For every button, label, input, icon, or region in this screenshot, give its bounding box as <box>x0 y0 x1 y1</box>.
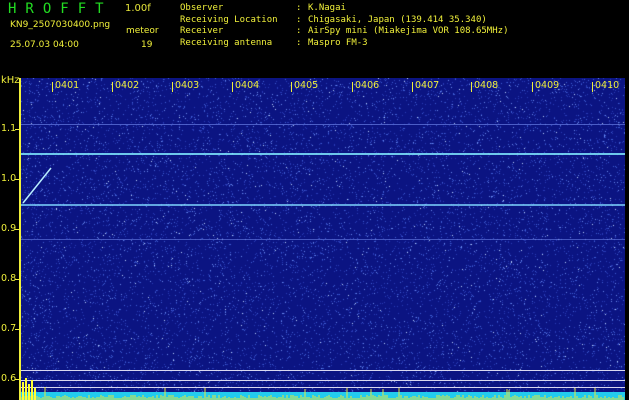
time-label: 0410 <box>595 80 620 91</box>
time-label: 0403 <box>175 80 200 91</box>
time-label: 0406 <box>355 80 380 91</box>
datetime-label: 25.07.03 04:00 <box>10 40 79 50</box>
time-tick <box>412 82 413 92</box>
time-label: 0402 <box>115 80 140 91</box>
carrier-line-faint <box>21 124 625 125</box>
carrier-line-secondary <box>21 204 625 206</box>
time-label: 0407 <box>415 80 440 91</box>
info-value: K.Nagai <box>308 3 346 13</box>
carrier-line-faint <box>21 239 625 240</box>
info-key: Receiving Location <box>180 14 278 25</box>
info-key: Observer <box>180 3 224 13</box>
frequency-label: 1.1 <box>1 123 17 134</box>
time-tick <box>471 82 472 92</box>
time-tick <box>172 82 173 92</box>
info-separator: : <box>296 3 302 13</box>
frequency-label: 0.7 <box>1 323 17 334</box>
meteor-trail <box>22 167 52 204</box>
frequency-label: 0.8 <box>1 273 17 284</box>
frequency-label: 0.6 <box>1 373 17 384</box>
frequency-tick <box>15 379 20 380</box>
frequency-tick <box>15 129 20 130</box>
frequency-tick <box>15 279 20 280</box>
separator-line <box>21 370 625 371</box>
info-row-observer: Observer: K.Nagai <box>180 3 508 15</box>
meteor-label: meteor <box>126 26 159 36</box>
time-tick <box>532 82 533 92</box>
time-tick <box>592 82 593 92</box>
info-row-antenna: Receiving antenna: Maspro FM-3 <box>180 38 508 50</box>
time-label: 0409 <box>535 80 560 91</box>
info-row-receiver: Receiver: AirSpy mini (Miakejima VOR 108.… <box>180 26 508 38</box>
info-separator: : <box>296 37 302 48</box>
info-key: Receiver <box>180 26 224 36</box>
frequency-unit-label: kHz <box>1 75 20 86</box>
time-label: 0404 <box>235 80 260 91</box>
carrier-line-main <box>21 153 625 155</box>
station-info-panel: Observer: K.Nagai Receiving Location: Chig… <box>180 3 508 49</box>
time-label: 0408 <box>474 80 499 91</box>
frequency-label: 1.0 <box>1 173 17 184</box>
info-value: Chigasaki, Japan (139.414 35.340) <box>308 14 487 25</box>
time-tick <box>291 82 292 92</box>
info-separator: : <box>296 14 302 25</box>
frequency-axis <box>19 78 21 400</box>
info-row-location: Receiving Location: Chigasaki, Japan (139… <box>180 15 508 27</box>
time-tick <box>352 82 353 92</box>
info-separator: : <box>296 26 302 36</box>
frequency-label: 0.9 <box>1 223 17 234</box>
info-key: Receiving antenna <box>180 37 273 48</box>
frequency-tick <box>15 229 20 230</box>
spectrogram <box>21 78 625 400</box>
time-label: 0401 <box>55 80 80 91</box>
version-label: 1.00f <box>125 3 151 14</box>
info-value: AirSpy mini (Miakejima VOR 108.65MHz) <box>308 26 509 36</box>
frequency-tick <box>15 329 20 330</box>
meteor-trail-line <box>22 167 52 204</box>
signal-strength-spikes <box>21 378 624 400</box>
info-value: Maspro FM-3 <box>308 37 368 48</box>
time-tick <box>112 82 113 92</box>
time-label: 0405 <box>294 80 319 91</box>
meteor-count: 19 <box>141 40 153 50</box>
time-tick <box>52 82 53 92</box>
frequency-tick <box>15 179 20 180</box>
app-title: HROFFT <box>8 1 113 17</box>
filename-label: KN9_2507030400.png <box>10 20 111 30</box>
time-tick <box>232 82 233 92</box>
